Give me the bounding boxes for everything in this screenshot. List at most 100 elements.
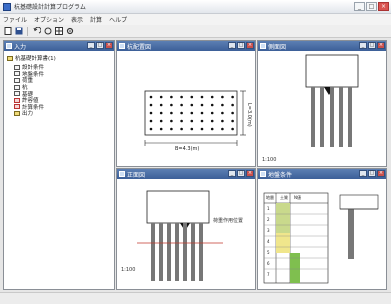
pane-controls: _ □ ×	[359, 42, 385, 49]
maximize-button[interactable]: □	[366, 2, 377, 11]
pile-section	[348, 209, 354, 259]
pile-dot	[180, 95, 183, 99]
pile-dot	[159, 111, 163, 115]
tree-root[interactable]: 杭基礎計算書(1)	[7, 54, 111, 62]
pane-minimize-button[interactable]: _	[228, 170, 236, 177]
pile-dot	[221, 119, 224, 123]
minimize-button[interactable]: _	[354, 2, 365, 11]
pane-icon	[260, 171, 266, 177]
pile	[167, 223, 171, 281]
pile-dot	[231, 103, 234, 107]
pile-dot	[221, 127, 224, 131]
soil-header-layer: 地層	[266, 194, 274, 200]
pile	[339, 87, 343, 147]
undo-icon[interactable]	[32, 27, 41, 36]
pile-dot	[210, 127, 214, 131]
pane-close-button[interactable]: ×	[377, 170, 385, 177]
pile	[330, 87, 334, 147]
tree-item-label: 出力	[22, 111, 34, 118]
pane-maximize-button[interactable]: □	[368, 42, 376, 49]
pile-dot	[190, 103, 194, 107]
soil-canvas[interactable]: 地層 土質 N値 1 2 3 4 5 6 7	[258, 179, 386, 289]
pane-close-button[interactable]: ×	[105, 42, 113, 49]
footing-block	[146, 190, 210, 224]
tree-item-loads[interactable]: 荷重	[14, 77, 111, 84]
tree-root-label: 杭基礎計算書(1)	[15, 56, 56, 62]
close-button[interactable]: ×	[378, 2, 389, 11]
pane-title: 入力	[14, 43, 27, 51]
settings-icon[interactable]	[65, 27, 74, 36]
pile-dot	[159, 119, 163, 123]
pile	[348, 87, 352, 147]
menu-file[interactable]: ファイル	[3, 15, 27, 24]
pile	[311, 87, 315, 147]
pane-minimize-button[interactable]: _	[359, 170, 367, 177]
redo-icon[interactable]	[43, 27, 52, 36]
document-icon	[14, 64, 20, 70]
pile-plan-drawing: B=4.3(m) L=3.0(m)	[144, 90, 252, 152]
plan-view-pane: 杭配置図 _ □ × B=4.3(m) L=3.0(m)	[116, 40, 256, 167]
pile-dot	[190, 119, 194, 123]
scale-caption: 1:100	[121, 267, 135, 273]
pane-titlebar: 入力 _ □ ×	[4, 41, 114, 51]
document-icon	[14, 91, 20, 97]
menu-help[interactable]: ヘルプ	[109, 15, 127, 24]
pile-dot	[210, 103, 214, 107]
save-icon[interactable]	[14, 27, 23, 36]
warning-document-icon	[14, 104, 20, 110]
document-icon	[14, 71, 20, 77]
pane-maximize-button[interactable]: □	[237, 42, 245, 49]
menu-calc[interactable]: 計算	[90, 15, 102, 24]
pane-close-button[interactable]: ×	[377, 42, 385, 49]
tree-item-output[interactable]: 出力	[14, 110, 111, 117]
front-view-pane: 正面図 _ □ × 荷重作用位置 1:100	[116, 168, 256, 290]
pile-dot	[231, 111, 234, 115]
pane-close-button[interactable]: ×	[246, 42, 254, 49]
pile	[199, 223, 203, 281]
pile-dot	[231, 119, 234, 123]
pane-close-button[interactable]: ×	[246, 170, 254, 177]
load-position-label: 荷重作用位置	[213, 217, 243, 224]
pile-dot	[190, 95, 194, 99]
pile-dot	[149, 127, 153, 131]
pane-title: 地盤条件	[268, 171, 293, 179]
pile-dot	[221, 103, 224, 107]
side-view-drawing: 1:100	[262, 54, 359, 163]
side-canvas[interactable]: 1:100	[258, 51, 386, 166]
height-dimension-label: L=3.0(m)	[246, 103, 252, 127]
pane-maximize-button[interactable]: □	[96, 42, 104, 49]
pane-maximize-button[interactable]: □	[237, 170, 245, 177]
front-view-drawing: 荷重作用位置 1:100	[121, 190, 243, 281]
pane-controls: _ □ ×	[359, 170, 385, 177]
pile-dot	[170, 119, 173, 123]
pane-title: 側面図	[268, 43, 287, 51]
pane-minimize-button[interactable]: _	[87, 42, 95, 49]
pile-dot	[180, 119, 183, 123]
pane-icon	[260, 43, 266, 49]
pile-dot	[221, 95, 224, 99]
folder-icon	[7, 55, 13, 61]
pile-dot	[170, 103, 173, 107]
pane-titlebar: 杭配置図 _ □ ×	[117, 41, 255, 51]
pane-controls: _ □ ×	[228, 42, 254, 49]
pile	[175, 223, 179, 281]
status-bar	[0, 292, 391, 304]
pile	[159, 223, 163, 281]
pile-dot	[200, 127, 204, 131]
input-tree: 杭基礎計算書(1) 設計条件 地盤条件 荷重 杭 基礎 許容値 計算条件 出力	[4, 51, 114, 289]
pile-group	[311, 87, 352, 147]
plan-canvas[interactable]: B=4.3(m) L=3.0(m)	[117, 51, 255, 166]
pile	[183, 223, 187, 281]
new-icon[interactable]	[3, 27, 12, 36]
front-canvas[interactable]: 荷重作用位置 1:100	[117, 179, 255, 289]
warning-document-icon	[14, 97, 20, 103]
pile-dot	[159, 95, 163, 99]
menu-view[interactable]: 表示	[71, 15, 83, 24]
soil-profile-drawing: 地層 土質 N値 1 2 3 4 5 6 7	[263, 192, 379, 284]
soil-conditions-pane: 地盤条件 _ □ × 地層 土質 N値 1 2 3 4 5 6 7	[257, 168, 387, 290]
pane-maximize-button[interactable]: □	[368, 170, 376, 177]
pane-minimize-button[interactable]: _	[359, 42, 367, 49]
pane-minimize-button[interactable]: _	[228, 42, 236, 49]
menu-options[interactable]: オプション	[34, 15, 64, 24]
table-icon[interactable]	[54, 27, 63, 36]
